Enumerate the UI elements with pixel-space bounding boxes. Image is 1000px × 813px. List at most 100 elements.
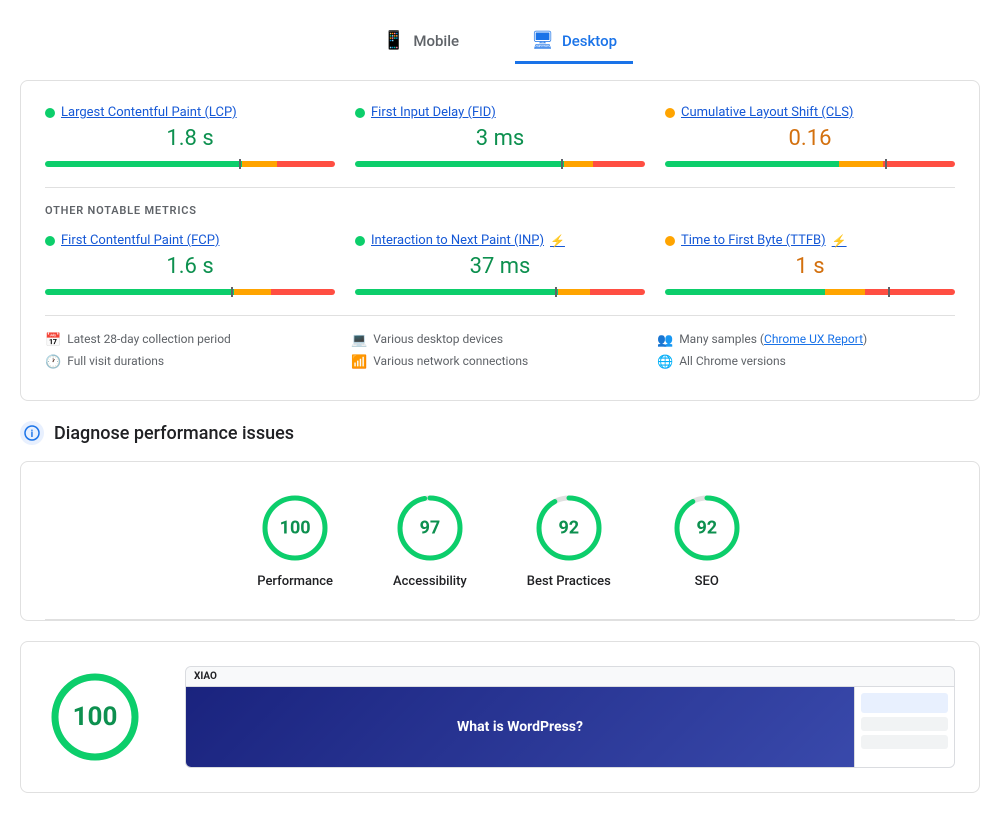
metric-cls: Cumulative Layout Shift (CLS) 0.16 xyxy=(665,105,955,167)
metrics-card: Largest Contentful Paint (LCP) 1.8 s Fir… xyxy=(20,80,980,401)
note-desktop-devices: 💻 Various desktop devices xyxy=(351,332,649,348)
accessibility-circle: 97 xyxy=(394,492,466,564)
ttfb-marker xyxy=(888,287,890,297)
metric-fcp: First Contentful Paint (FCP) 1.6 s xyxy=(45,233,335,295)
performance-label: Performance xyxy=(257,574,333,589)
metrics-divider xyxy=(45,187,955,188)
seo-circle: 92 xyxy=(671,492,743,564)
note-visit-text: Full visit durations xyxy=(67,354,164,368)
other-metrics-label: OTHER NOTABLE METRICS xyxy=(45,204,955,217)
screenshot-sidebar xyxy=(854,687,954,767)
fcp-marker xyxy=(231,287,233,297)
tab-mobile-label: Mobile xyxy=(413,32,459,50)
diagnose-icon: i xyxy=(20,421,44,445)
footer-col-2: 👥 Many samples (Chrome UX Report) 🌐 All … xyxy=(657,332,955,376)
ttfb-dot xyxy=(665,236,675,246)
cls-seg-orange xyxy=(839,161,883,167)
globe-icon: 🌐 xyxy=(657,355,673,370)
fcp-dot xyxy=(45,236,55,246)
metric-ttfb: Time to First Byte (TTFB) ⚡ 1 s xyxy=(665,233,955,295)
inp-dot xyxy=(355,236,365,246)
seo-score: 92 xyxy=(696,518,717,539)
cls-label[interactable]: Cumulative Layout Shift (CLS) xyxy=(665,105,955,120)
mobile-icon: 📱 xyxy=(383,30,405,51)
note-chrome-versions: 🌐 All Chrome versions xyxy=(657,354,955,370)
score-accessibility: 97 Accessibility xyxy=(393,492,467,589)
cls-label-text: Cumulative Layout Shift (CLS) xyxy=(681,105,853,120)
note-visit-durations: 🕐 Full visit durations xyxy=(45,354,343,370)
tab-mobile[interactable]: 📱 Mobile xyxy=(367,20,475,64)
screenshot-sidebar-item-3 xyxy=(861,735,948,749)
diagnose-title: Diagnose performance issues xyxy=(54,423,294,444)
wifi-icon: 📶 xyxy=(351,355,367,370)
note-samples: 👥 Many samples (Chrome UX Report) xyxy=(657,332,955,348)
svg-text:i: i xyxy=(31,429,34,440)
screenshot-title-text: What is WordPress? xyxy=(457,719,583,735)
ttfb-label[interactable]: Time to First Byte (TTFB) ⚡ xyxy=(665,233,955,248)
bottom-metrics-section: First Contentful Paint (FCP) 1.6 s Inter… xyxy=(45,233,955,295)
note-collection-text: Latest 28-day collection period xyxy=(67,332,231,346)
metric-lcp: Largest Contentful Paint (LCP) 1.8 s xyxy=(45,105,335,167)
chrome-ux-report-link[interactable]: Chrome UX Report xyxy=(764,332,863,346)
note-network: 📶 Various network connections xyxy=(351,354,649,370)
ttfb-value: 1 s xyxy=(665,254,955,279)
scores-row: 100 Performance 97 Accessibility xyxy=(45,492,955,589)
fid-value: 3 ms xyxy=(355,126,645,151)
lcp-marker xyxy=(239,159,241,169)
note-samples-text: Many samples (Chrome UX Report) xyxy=(679,332,867,346)
note-network-text: Various network connections xyxy=(373,354,528,368)
inp-seg-green xyxy=(355,289,558,295)
inp-seg-orange xyxy=(558,289,590,295)
metric-inp: Interaction to Next Paint (INP) ⚡ 37 ms xyxy=(355,233,645,295)
fid-marker xyxy=(561,159,563,169)
screenshot-header-text: XIAO xyxy=(186,667,954,687)
note-desktop-text: Various desktop devices xyxy=(373,332,503,346)
accessibility-score: 97 xyxy=(420,518,441,539)
note-collection-period: 📅 Latest 28-day collection period xyxy=(45,332,343,348)
cls-dot xyxy=(665,108,675,118)
lcp-progress xyxy=(45,161,335,167)
screenshot-content: What is WordPress? xyxy=(186,687,854,767)
ttfb-label-text: Time to First Byte (TTFB) xyxy=(681,233,826,248)
fcp-track xyxy=(45,289,335,295)
tab-desktop-label: Desktop xyxy=(562,32,617,50)
score-seo: 92 SEO xyxy=(671,492,743,589)
performance-circle: 100 xyxy=(259,492,331,564)
ttfb-seg-red xyxy=(865,289,955,295)
users-icon: 👥 xyxy=(657,333,673,348)
lcp-value: 1.8 s xyxy=(45,126,335,151)
cls-seg-red xyxy=(883,161,956,167)
fid-label-text: First Input Delay (FID) xyxy=(371,105,496,120)
ttfb-track xyxy=(665,289,955,295)
score-best-practices: 92 Best Practices xyxy=(527,492,611,589)
score-performance: 100 Performance xyxy=(257,492,333,589)
ttfb-progress xyxy=(665,289,955,295)
tab-desktop[interactable]: 🖥 Desktop xyxy=(515,20,633,64)
inp-marker xyxy=(555,287,557,297)
fcp-seg-red xyxy=(271,289,335,295)
footer-col-1: 💻 Various desktop devices 📶 Various netw… xyxy=(351,332,649,376)
big-score-circle: 100 xyxy=(45,667,145,767)
accessibility-label: Accessibility xyxy=(393,574,467,589)
note-chrome-text: All Chrome versions xyxy=(679,354,786,368)
cls-value: 0.16 xyxy=(665,126,955,151)
fid-dot xyxy=(355,108,365,118)
footer-notes: 📅 Latest 28-day collection period 🕐 Full… xyxy=(45,315,955,376)
performance-score: 100 xyxy=(280,518,311,539)
fcp-seg-orange xyxy=(234,289,272,295)
inp-info-icon[interactable]: ⚡ xyxy=(550,234,565,248)
ttfb-info-icon[interactable]: ⚡ xyxy=(832,234,847,248)
lcp-track xyxy=(45,161,335,167)
fcp-label[interactable]: First Contentful Paint (FCP) xyxy=(45,233,335,248)
fid-label[interactable]: First Input Delay (FID) xyxy=(355,105,645,120)
device-icon: 💻 xyxy=(351,333,367,348)
inp-value: 37 ms xyxy=(355,254,645,279)
inp-progress xyxy=(355,289,645,295)
fid-seg-orange xyxy=(564,161,593,167)
lcp-label[interactable]: Largest Contentful Paint (LCP) xyxy=(45,105,335,120)
best-practices-score: 92 xyxy=(558,518,579,539)
metric-fid: First Input Delay (FID) 3 ms xyxy=(355,105,645,167)
fid-track xyxy=(355,161,645,167)
inp-label[interactable]: Interaction to Next Paint (INP) ⚡ xyxy=(355,233,645,248)
scores-card: 100 Performance 97 Accessibility xyxy=(20,461,980,621)
